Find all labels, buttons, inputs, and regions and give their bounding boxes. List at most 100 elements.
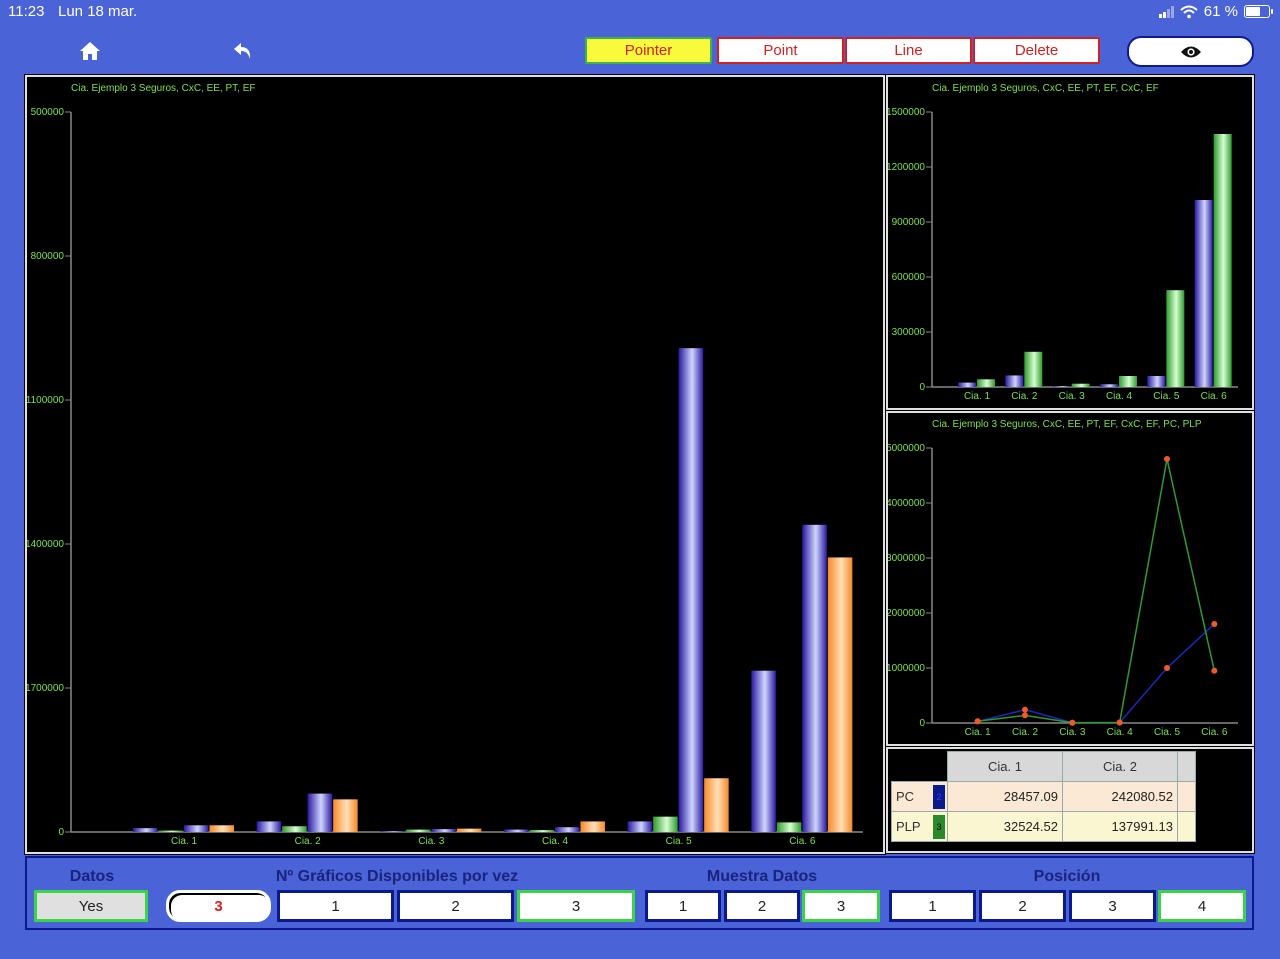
bar <box>555 827 580 832</box>
bar <box>282 826 307 832</box>
status-bar: 11:23 Lun 18 mar. 61 % <box>0 0 1280 26</box>
bar-chart-panel-2[interactable]: Cia. Ejemplo 3 Seguros, CxC, EE, PT, EF,… <box>885 74 1255 411</box>
bar <box>958 382 976 387</box>
data-table-panel: Cia. 1 Cia. 2 PC 2 28457.09 242080.52 PL… <box>885 746 1255 854</box>
bar <box>751 670 776 832</box>
datos-yes-button[interactable]: Yes <box>34 890 148 922</box>
y-tick-label: 500000 <box>31 107 65 118</box>
muestra-option-2[interactable]: 2 <box>724 890 800 922</box>
battery-percent: 61 % <box>1203 3 1238 20</box>
wifi-icon <box>1180 5 1198 18</box>
x-tick-label: Cia. 3 <box>1059 727 1086 738</box>
bar <box>678 348 704 832</box>
bar <box>456 828 482 832</box>
data-point <box>1164 456 1170 462</box>
x-tick-label: Cia. 5 <box>666 836 693 847</box>
table-col-header: Cia. 2 <box>1062 751 1178 782</box>
bar <box>827 557 853 832</box>
data-point <box>1211 621 1218 627</box>
x-tick-label: Cia. 3 <box>418 836 445 847</box>
series-line <box>977 458 1216 724</box>
y-tick-label: 1200000 <box>888 162 925 173</box>
chart-title: Cia. Ejemplo 3 Seguros, CxC, EE, PT, EF,… <box>932 419 1202 430</box>
y-tick-label: 300000 <box>892 327 926 338</box>
y-tick-label: 900000 <box>892 217 926 228</box>
bar <box>1166 290 1185 387</box>
posicion-option-2[interactable]: 2 <box>979 890 1066 922</box>
graficos-option-3[interactable]: 3 <box>517 890 635 922</box>
status-date: Lun 18 mar. <box>58 3 138 20</box>
data-point <box>1116 719 1123 726</box>
row-label: PLP 3 <box>891 811 948 842</box>
data-point <box>974 718 981 725</box>
graficos-label: Nº Gráficos Disponibles por vez <box>275 868 519 885</box>
pointer-button[interactable]: Pointer <box>585 37 712 64</box>
data-point <box>1022 712 1028 719</box>
table-cell: 28457.09 <box>947 781 1063 812</box>
x-tick-label: Cia. 2 <box>295 836 322 847</box>
delete-button[interactable]: Delete <box>973 37 1100 64</box>
graficos-option-1[interactable]: 1 <box>277 890 394 922</box>
bar <box>504 829 529 832</box>
bar <box>1005 375 1024 387</box>
x-tick-label: Cia. 6 <box>1201 391 1228 402</box>
line-chart-panel[interactable]: Cia. Ejemplo 3 Seguros, CxC, EE, PT, EF,… <box>885 410 1255 747</box>
bottom-controls: Datos Nº Gráficos Disponibles por vez Mu… <box>25 856 1254 930</box>
bar <box>209 825 234 832</box>
y-tick-label: 5000000 <box>888 443 925 454</box>
main-chart-panel[interactable]: Cia. Ejemplo 3 Seguros, CxC, EE, PT, EF 0… <box>24 74 886 855</box>
muestra-option-3[interactable]: 3 <box>802 890 880 922</box>
y-tick-label: 1100000 <box>27 395 64 406</box>
table-cell: 137991.13 <box>1062 811 1178 842</box>
visibility-button[interactable] <box>1127 36 1254 67</box>
x-tick-label: Cia. 4 <box>1107 727 1134 738</box>
x-tick-label: Cia. 6 <box>1201 727 1228 738</box>
y-tick-label: 3000000 <box>888 553 925 564</box>
y-tick-label: 1000000 <box>888 663 925 674</box>
y-tick-label: 2000000 <box>888 608 925 619</box>
posicion-label: Posición <box>1033 868 1101 885</box>
bar <box>1119 376 1137 387</box>
table-col-header: Cia. 1 <box>947 751 1063 782</box>
y-tick-label: 600000 <box>892 272 926 283</box>
bar <box>1213 134 1232 387</box>
y-tick-label: 1700000 <box>27 683 64 694</box>
bar <box>256 821 282 832</box>
status-time: 11:23 <box>8 3 45 20</box>
graficos-current-indicator[interactable]: 3 <box>166 890 271 922</box>
bar <box>1024 351 1043 387</box>
posicion-option-4[interactable]: 4 <box>1158 890 1246 922</box>
bar <box>529 830 554 832</box>
posicion-option-3[interactable]: 3 <box>1069 890 1156 922</box>
bar <box>405 829 431 832</box>
graficos-option-2[interactable]: 2 <box>397 890 514 922</box>
x-tick-label: Cia. 1 <box>965 727 992 738</box>
line-button[interactable]: Line <box>845 37 972 64</box>
bar <box>1194 200 1213 387</box>
x-tick-label: Cia. 4 <box>1106 391 1133 402</box>
y-tick-label: 0 <box>919 718 925 729</box>
bar <box>307 793 333 832</box>
datos-label: Datos <box>69 868 115 885</box>
point-button[interactable]: Point <box>717 37 844 64</box>
cellular-signal-icon <box>1158 5 1174 18</box>
bar <box>704 778 729 832</box>
data-table: Cia. 1 Cia. 2 PC 2 28457.09 242080.52 PL… <box>891 751 1196 842</box>
home-icon[interactable] <box>78 40 102 62</box>
muestra-option-1[interactable]: 1 <box>645 890 721 922</box>
table-row: PLP 3 32524.52 137991.13 <box>891 811 1196 842</box>
row-label: PC 2 <box>891 781 948 812</box>
bar <box>1100 384 1118 387</box>
eye-icon <box>1180 46 1201 57</box>
series-marker-blue: 2 <box>933 785 945 809</box>
y-tick-label: 1500000 <box>888 107 925 118</box>
posicion-option-1[interactable]: 1 <box>889 890 976 922</box>
chart-title: Cia. Ejemplo 3 Seguros, CxC, EE, PT, EF <box>71 83 256 94</box>
data-point <box>1022 706 1028 713</box>
data-point <box>1164 665 1170 671</box>
bar <box>1071 383 1090 387</box>
line-chart: Cia. Ejemplo 3 Seguros, CxC, EE, PT, EF,… <box>888 419 1238 738</box>
battery-icon <box>1244 5 1273 18</box>
bar <box>802 524 827 832</box>
undo-arrow-icon[interactable] <box>231 40 255 62</box>
